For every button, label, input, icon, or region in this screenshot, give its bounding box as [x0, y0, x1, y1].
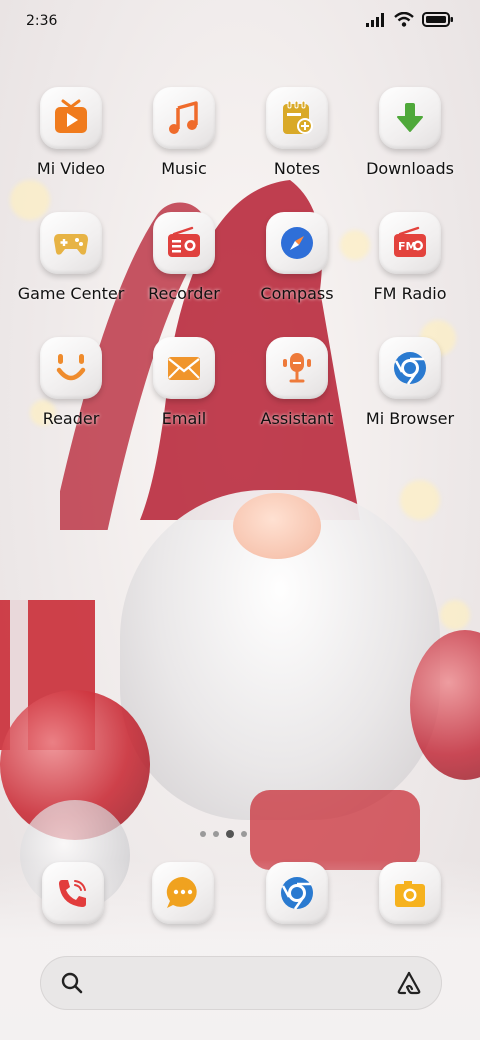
- dock-browser[interactable]: [266, 862, 328, 924]
- page-dot: [241, 831, 247, 837]
- phone-icon: [59, 880, 86, 907]
- battery-icon: [422, 12, 453, 27]
- app-label: Notes: [273, 159, 321, 178]
- page-indicator[interactable]: [200, 830, 247, 838]
- message-bubble-icon: [166, 876, 197, 908]
- wifi-icon: [394, 12, 414, 27]
- search-bar[interactable]: [40, 956, 442, 1010]
- app-fm-radio[interactable]: FM FM Radio: [354, 212, 466, 303]
- page-dot: [213, 831, 219, 837]
- app-mi-video[interactable]: Mi Video: [15, 87, 127, 178]
- page-dot-active: [226, 830, 234, 838]
- gnome-nose: [233, 493, 321, 559]
- app-email[interactable]: Email: [128, 337, 240, 428]
- app-compass[interactable]: Compass: [241, 212, 353, 303]
- app-mi-browser[interactable]: Mi Browser: [354, 337, 466, 428]
- status-time: 2:36: [26, 13, 58, 29]
- assistant-triangle-icon[interactable]: [396, 970, 422, 996]
- app-label: Downloads: [366, 159, 454, 178]
- dock-camera[interactable]: [379, 862, 441, 924]
- radio-recorder-icon: [168, 226, 200, 257]
- app-label: Recorder: [148, 284, 220, 303]
- notes-icon: [283, 100, 313, 134]
- app-notes[interactable]: Notes: [241, 87, 353, 178]
- app-label: Game Center: [17, 284, 125, 303]
- app-downloads[interactable]: Downloads: [354, 87, 466, 178]
- gamepad-icon: [54, 234, 88, 255]
- signal-icon: [366, 12, 384, 27]
- app-game-center[interactable]: Game Center: [15, 212, 127, 303]
- app-label: Music: [161, 159, 207, 178]
- download-arrow-icon: [397, 103, 423, 132]
- app-label: Mi Browser: [365, 409, 455, 428]
- music-note-icon: [169, 101, 198, 134]
- app-label: Email: [161, 409, 207, 428]
- fm-radio-icon: FM: [394, 226, 426, 257]
- camera-icon: [395, 881, 425, 907]
- search-icon: [61, 972, 83, 994]
- browser-icon: [394, 352, 426, 385]
- app-label: FM Radio: [373, 284, 447, 303]
- reindeer-decoration: [250, 790, 420, 870]
- app-recorder[interactable]: Recorder: [128, 212, 240, 303]
- play-video-icon: [55, 99, 87, 133]
- app-reader[interactable]: Reader: [15, 337, 127, 428]
- page-dot: [200, 831, 206, 837]
- browser-icon: [281, 877, 313, 910]
- envelope-icon: [168, 357, 200, 380]
- app-assistant[interactable]: Assistant: [241, 337, 353, 428]
- app-music[interactable]: Music: [128, 87, 240, 178]
- app-label: Reader: [42, 409, 100, 428]
- app-label: Compass: [260, 284, 334, 303]
- smile-reader-icon: [56, 354, 86, 381]
- dock-messages[interactable]: [152, 862, 214, 924]
- app-label: Mi Video: [36, 159, 106, 178]
- microphone-assistant-icon: [283, 353, 311, 383]
- app-label: Assistant: [260, 409, 334, 428]
- compass-icon: [281, 227, 313, 259]
- dock-phone[interactable]: [42, 862, 104, 924]
- status-bar: 2:36: [0, 0, 480, 44]
